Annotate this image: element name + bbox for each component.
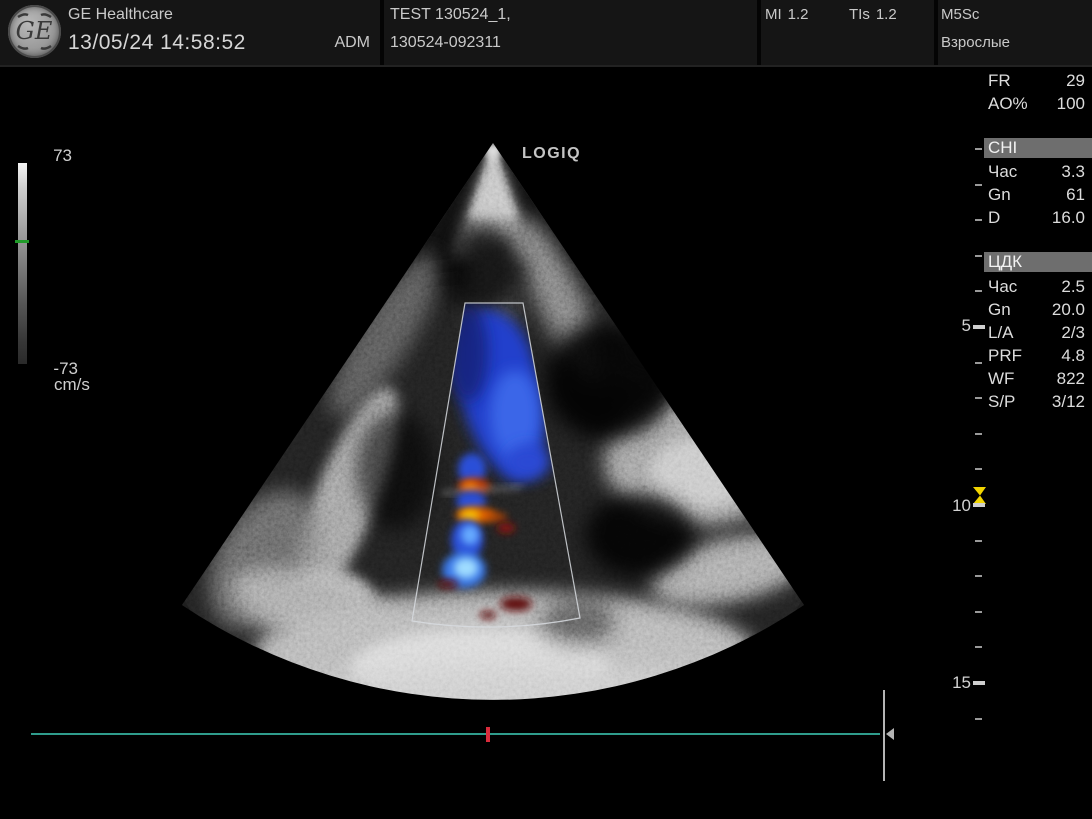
graymap-bar <box>18 163 27 364</box>
depth-tick <box>975 255 982 257</box>
doppler-wall-filter-row: WF822 <box>988 368 1085 390</box>
bmode-gain-row: Gn61 <box>988 184 1085 206</box>
header-separator <box>934 0 938 65</box>
depth-tick <box>975 362 982 364</box>
bmode-depth-row: D16.0 <box>988 207 1085 229</box>
header-separator <box>380 0 384 65</box>
doppler-sp-row: S/P3/12 <box>988 391 1085 413</box>
depth-tick <box>975 468 982 470</box>
ge-monogram: GE <box>16 17 53 45</box>
cine-end-line <box>883 690 885 781</box>
depth-tick <box>975 575 982 577</box>
patient-name: TEST 130524_1, <box>390 6 511 24</box>
depth-tick <box>975 397 982 399</box>
depth-label-15: 15 <box>936 673 971 693</box>
depth-tick <box>975 646 982 648</box>
depth-tick <box>975 718 982 720</box>
patient-id: 130524-092311 <box>390 34 501 52</box>
doppler-section-header[interactable]: ЦДК <box>984 252 1092 272</box>
doppler-colorbar <box>27 163 50 361</box>
logiq-watermark: LOGIQ <box>522 145 581 163</box>
bmode-frequency-row: Час3.3 <box>988 161 1085 183</box>
mi-index: MI1.2 <box>765 6 809 23</box>
probe-preset: Взрослые <box>941 34 1010 51</box>
tis-index: TIs1.2 <box>849 6 897 23</box>
cine-timeline[interactable] <box>31 733 880 735</box>
datetime-label: 13/05/24 14:58:52 <box>68 31 246 55</box>
doppler-prf-row: PRF4.8 <box>988 345 1085 367</box>
depth-tick <box>975 290 982 292</box>
ultrasound-screen: GE GE Healthcare 13/05/24 14:58:52 ADM T… <box>0 0 1092 819</box>
ultrasound-image <box>0 0 1092 819</box>
depth-tick <box>973 325 985 329</box>
depth-tick <box>975 611 982 613</box>
bmode-section-header[interactable]: CHI <box>984 138 1092 158</box>
frame-rate-row: FR29 <box>988 70 1085 92</box>
acoustic-output-row: AO%100 <box>988 93 1085 115</box>
depth-tick <box>973 681 985 685</box>
header-separator <box>757 0 761 65</box>
depth-tick <box>975 148 982 150</box>
depth-tick <box>975 433 982 435</box>
colorbar-unit: cm/s <box>54 375 90 395</box>
doppler-line-density-row: L/A2/3 <box>988 322 1085 344</box>
depth-tick <box>975 219 982 221</box>
brand-label: GE Healthcare <box>68 6 173 24</box>
cine-end-arrow-icon <box>886 728 894 740</box>
header-bar: GE GE Healthcare 13/05/24 14:58:52 ADM T… <box>0 0 1092 67</box>
doppler-frequency-row: Час2.5 <box>988 276 1085 298</box>
depth-label-5: 5 <box>936 316 971 336</box>
ge-logo: GE <box>8 5 61 58</box>
depth-label-10: 10 <box>936 496 971 516</box>
doppler-gain-row: Gn20.0 <box>988 299 1085 321</box>
depth-tick <box>975 540 982 542</box>
operator-label: ADM <box>318 34 370 52</box>
depth-tick <box>973 503 985 507</box>
depth-tick <box>975 184 982 186</box>
probe-model: M5Sc <box>941 6 979 23</box>
focus-marker[interactable] <box>973 487 986 504</box>
cine-position-marker[interactable] <box>486 727 490 742</box>
